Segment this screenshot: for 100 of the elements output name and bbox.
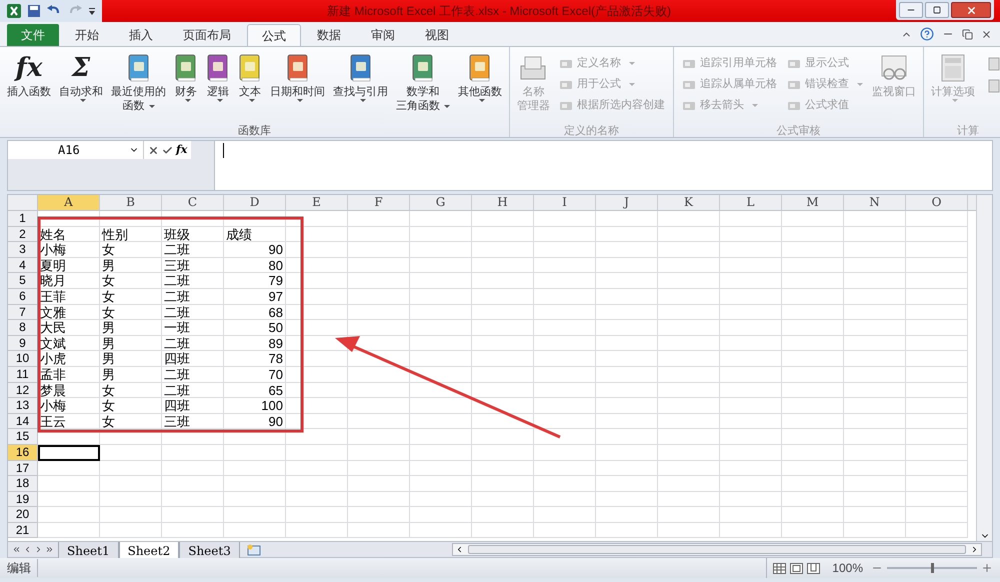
new-sheet-icon[interactable] — [246, 544, 262, 556]
ribbon-button[interactable]: fx 插入函数 — [4, 51, 54, 123]
row-header[interactable]: 8 — [8, 320, 38, 336]
maximize-button[interactable] — [925, 2, 949, 18]
column-header[interactable]: B — [100, 195, 162, 210]
restore-icon[interactable] — [962, 28, 973, 40]
row-header[interactable]: 9 — [8, 336, 38, 352]
zoom-slider-thumb[interactable] — [930, 563, 934, 573]
help-icon[interactable] — [920, 27, 934, 41]
table-cell — [472, 492, 534, 508]
ribbon-button[interactable]: 逻辑 — [203, 51, 233, 123]
close-icon[interactable] — [981, 28, 992, 40]
vertical-scrollbar[interactable] — [976, 195, 992, 541]
save-icon[interactable] — [27, 4, 41, 18]
table-cell — [410, 492, 472, 508]
column-header[interactable]: I — [534, 195, 596, 210]
column-header[interactable]: H — [472, 195, 534, 210]
last-sheet-icon[interactable] — [45, 545, 54, 554]
table-cell — [844, 507, 906, 523]
column-header[interactable]: E — [286, 195, 348, 210]
table-cell: 二班 — [162, 273, 224, 289]
ribbon-button[interactable]: 其他函数 — [455, 51, 505, 123]
table-cell — [906, 382, 968, 398]
table-cell — [720, 258, 782, 274]
ribbon-tab[interactable]: 审阅 — [357, 24, 409, 46]
row-header[interactable]: 4 — [8, 258, 38, 274]
column-header[interactable]: A — [38, 195, 100, 210]
horizontal-scrollbar[interactable] — [452, 543, 982, 556]
ribbon-button[interactable]: Σ 自动求和 — [56, 51, 106, 123]
table-cell — [906, 414, 968, 430]
enter-icon[interactable] — [162, 144, 173, 156]
row-header[interactable]: 13 — [8, 398, 38, 414]
row-header[interactable]: 12 — [8, 382, 38, 398]
row-header[interactable]: 11 — [8, 366, 38, 383]
row-header[interactable]: 3 — [8, 242, 38, 258]
file-tab[interactable]: 文件 — [7, 24, 59, 46]
column-header[interactable]: C — [162, 195, 224, 210]
sheet-tab[interactable]: Sheet2 — [118, 542, 180, 558]
row-header[interactable]: 1 — [8, 211, 38, 227]
column-header[interactable]: F — [348, 195, 410, 210]
table-cell — [720, 273, 782, 289]
row-header[interactable]: 20 — [8, 507, 38, 523]
ribbon-tab[interactable]: 开始 — [61, 24, 113, 46]
active-cell[interactable] — [38, 444, 100, 460]
next-sheet-icon[interactable] — [34, 545, 43, 554]
row-header[interactable]: 18 — [8, 476, 38, 492]
ribbon-tab[interactable]: 公式 — [247, 24, 301, 46]
column-header[interactable]: O — [906, 195, 968, 210]
table-cell — [596, 366, 658, 383]
column-header[interactable]: N — [844, 195, 906, 210]
page-break-view-icon[interactable] — [807, 562, 820, 574]
ribbon-tab[interactable]: 页面布局 — [169, 24, 245, 46]
row-header[interactable]: 5 — [8, 273, 38, 289]
normal-view-icon[interactable] — [773, 562, 786, 574]
table-cell — [348, 382, 410, 398]
ribbon-button[interactable]: 财务 — [171, 51, 201, 123]
ribbon-button[interactable]: 数学和 三角函数 — [393, 51, 453, 123]
table-cell — [658, 320, 720, 336]
close-button[interactable] — [951, 2, 991, 18]
sheet-tab[interactable]: Sheet1 — [58, 542, 119, 558]
cancel-icon[interactable] — [148, 144, 159, 156]
row-header[interactable]: 14 — [8, 414, 38, 430]
book-icon — [206, 53, 230, 83]
zoom-in-icon[interactable] — [981, 562, 993, 574]
ribbon-tab[interactable]: 插入 — [115, 24, 167, 46]
table-cell — [348, 507, 410, 523]
ribbon-button[interactable]: 文本 — [235, 51, 265, 123]
row-header[interactable]: 19 — [8, 492, 38, 508]
row-header[interactable]: 7 — [8, 304, 38, 320]
row-header[interactable]: 15 — [8, 429, 38, 445]
previous-sheet-icon[interactable] — [23, 545, 32, 554]
name-box[interactable]: A16 — [8, 141, 144, 159]
sheet-tab[interactable]: Sheet3 — [179, 542, 240, 558]
ribbon-tab[interactable]: 数据 — [303, 24, 355, 46]
zoom-level[interactable]: 100% — [832, 559, 863, 577]
customize-toolbar-icon[interactable] — [88, 5, 96, 17]
column-header[interactable]: L — [720, 195, 782, 210]
row-header[interactable]: 17 — [8, 460, 38, 476]
ribbon-button[interactable]: 最近使用的 函数 — [108, 51, 169, 123]
row-header[interactable]: 2 — [8, 226, 38, 242]
table-cell: 四班 — [162, 398, 224, 414]
row-header[interactable]: 10 — [8, 351, 38, 367]
table-cell — [658, 273, 720, 289]
ribbon-button[interactable]: 查找与引用 — [330, 51, 391, 123]
first-sheet-icon[interactable] — [12, 545, 21, 554]
column-header[interactable]: K — [658, 195, 720, 210]
ribbon-tab[interactable]: 视图 — [411, 24, 463, 46]
column-header[interactable]: M — [782, 195, 844, 210]
row-header[interactable]: 21 — [8, 522, 38, 538]
page-layout-view-icon[interactable] — [790, 562, 804, 574]
table-cell — [100, 444, 162, 460]
column-header[interactable]: G — [410, 195, 472, 210]
ribbon-button[interactable]: 日期和时间 — [267, 51, 328, 123]
table-cell — [38, 507, 100, 523]
table-cell — [844, 414, 906, 430]
column-header[interactable]: J — [596, 195, 658, 210]
row-header[interactable]: 16 — [8, 444, 38, 460]
column-header[interactable]: D — [224, 195, 286, 210]
scroll-right-icon[interactable] — [970, 545, 979, 554]
row-header[interactable]: 6 — [8, 288, 38, 305]
